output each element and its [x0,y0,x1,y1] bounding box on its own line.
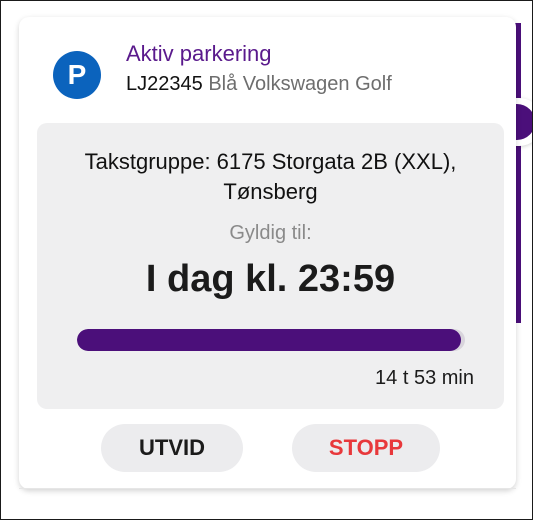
zone-label: Takstgruppe: 6175 Storgata 2B (XXL), Tøn… [84,149,457,204]
valid-until-label: Gyldig til: [229,222,312,244]
stop-button[interactable]: STOPP [292,424,440,472]
parking-logo-icon: P [53,51,101,99]
card-divider [19,488,516,489]
card-title: Aktiv parkering [126,41,272,66]
license-plate: LJ22345 [126,73,203,95]
vehicle-info: LJ22345 Blå Volkswagen Golf [126,73,392,96]
parking-logo-letter: P [67,59,87,90]
extend-button[interactable]: UTVID [101,424,243,472]
screen: P Aktiv parkering LJ22345 Blå Volkswagen… [0,0,533,520]
remaining-time: 14 t 53 min [375,367,474,389]
time-progress-fill [77,329,462,351]
valid-until-time: I dag kl. 23:59 [145,258,396,300]
vehicle-description: Blå Volkswagen Golf [208,73,392,95]
time-progress-bar [77,329,465,351]
